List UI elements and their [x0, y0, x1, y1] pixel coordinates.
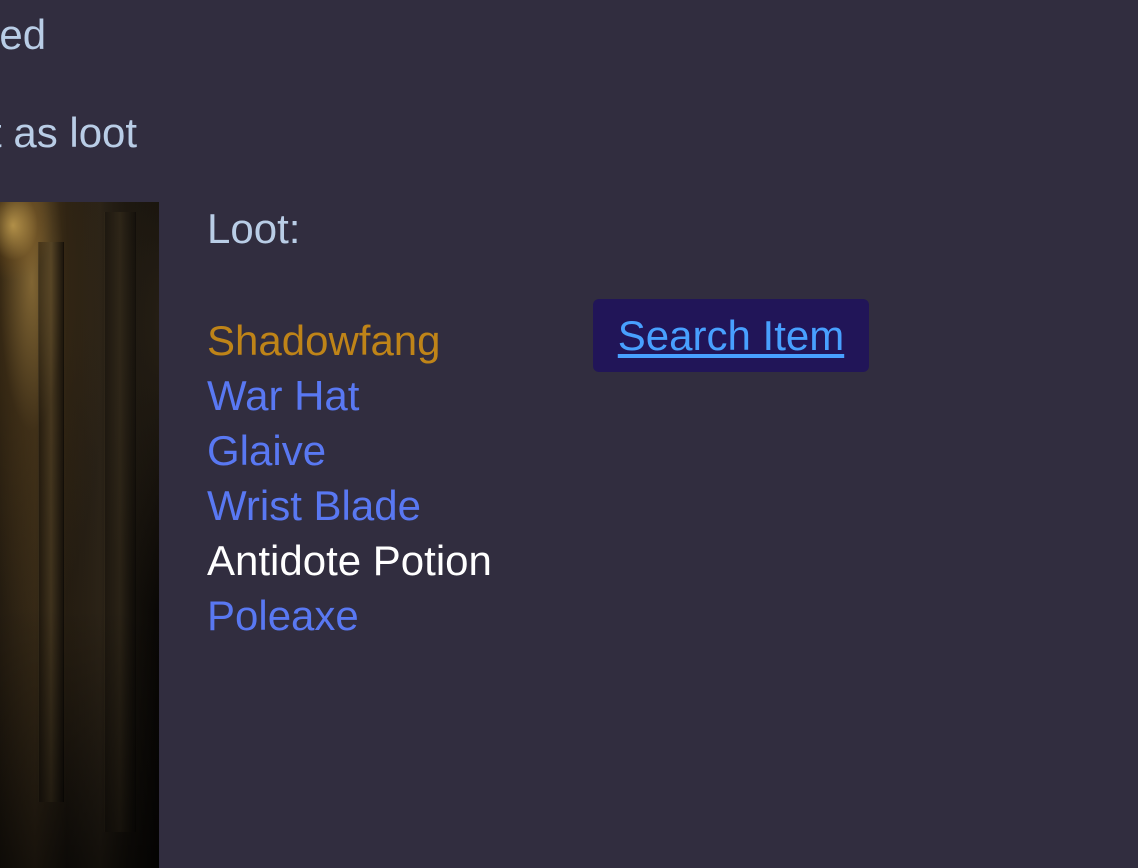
monster-art-icon: [0, 202, 159, 868]
loot-page: eed t as loot Loot: Shadowfang War Hat G…: [0, 0, 1138, 868]
loot-item-shadowfang[interactable]: Shadowfang: [207, 313, 492, 368]
image-shadow-icon: [0, 608, 159, 868]
loot-item-poleaxe[interactable]: Poleaxe: [207, 588, 492, 643]
intro-text-line-2: t as loot: [0, 109, 138, 156]
loot-item-wrist-blade[interactable]: Wrist Blade: [207, 478, 492, 533]
gold-helmet-glint-icon: [0, 202, 52, 280]
loot-item-war-hat[interactable]: War Hat: [207, 368, 492, 423]
loot-item-antidote-potion[interactable]: Antidote Potion: [207, 533, 492, 588]
intro-text-line-1: eed: [0, 11, 47, 58]
loot-heading: Loot:: [207, 205, 301, 252]
loot-list: Shadowfang War Hat Glaive Wrist Blade An…: [207, 313, 492, 643]
loot-item-glaive[interactable]: Glaive: [207, 423, 492, 478]
search-item-button[interactable]: Search Item: [593, 299, 869, 372]
